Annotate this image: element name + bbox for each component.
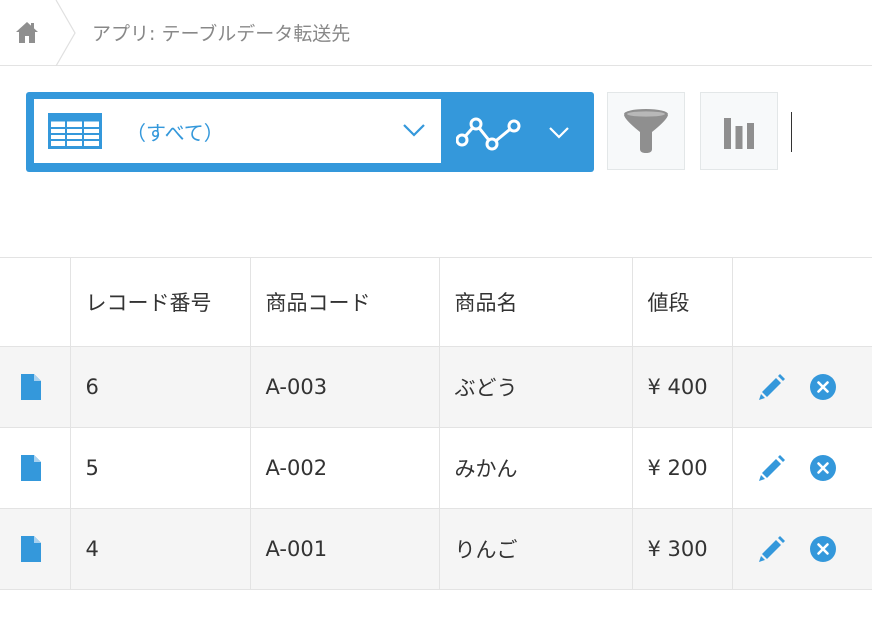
row-detail-cell (0, 427, 71, 509)
table-header-row: レコード番号 商品コード 商品名 値段 (0, 257, 872, 347)
records-table: レコード番号 商品コード 商品名 値段 6 A-003 ぶどう ¥ 400 5 … (0, 257, 872, 590)
record-number-cell: 4 (70, 508, 251, 590)
price-cell: ¥ 300 (632, 508, 733, 590)
view-selector-bar: （すべて） (26, 92, 594, 172)
column-header-product-code[interactable]: 商品コード (250, 257, 440, 347)
row-detail-cell (0, 346, 71, 428)
product-name-cell: りんご (439, 508, 633, 590)
close-circle-icon[interactable] (809, 373, 837, 401)
graph-select-button[interactable] (448, 100, 594, 164)
text-cursor (791, 112, 792, 152)
table-icon (48, 113, 102, 149)
home-icon (16, 22, 38, 43)
product-name-cell: ぶどう (439, 346, 633, 428)
filter-icon (624, 109, 668, 153)
stats-button[interactable] (700, 92, 778, 170)
breadcrumb: アプリ: テーブルデータ転送先 (0, 0, 872, 66)
product-code-cell: A-003 (250, 346, 440, 428)
chevron-down-icon (403, 124, 425, 137)
row-detail-cell (0, 508, 71, 590)
bar-chart-icon (724, 118, 754, 149)
document-icon[interactable] (20, 535, 42, 563)
close-circle-icon[interactable] (809, 535, 837, 563)
chevron-down-icon (549, 127, 569, 139)
pencil-icon[interactable] (757, 372, 787, 402)
breadcrumb-separator (55, 0, 76, 66)
product-code-cell: A-002 (250, 427, 440, 509)
record-number-cell: 5 (70, 427, 251, 509)
pencil-icon[interactable] (757, 534, 787, 564)
row-actions-cell (732, 346, 872, 428)
row-actions-cell (732, 508, 872, 590)
product-code-cell: A-001 (250, 508, 440, 590)
document-icon[interactable] (20, 454, 42, 482)
table-row: 6 A-003 ぶどう ¥ 400 (0, 346, 872, 428)
view-select-dropdown[interactable]: （すべて） (34, 99, 441, 163)
column-header-record-number[interactable]: レコード番号 (70, 257, 251, 347)
line-graph-icon (456, 117, 521, 151)
column-header-blank (0, 257, 71, 347)
record-number-cell: 6 (70, 346, 251, 428)
home-button[interactable] (0, 0, 56, 65)
price-cell: ¥ 200 (632, 427, 733, 509)
price-cell: ¥ 400 (632, 346, 733, 428)
table-row: 4 A-001 りんご ¥ 300 (0, 508, 872, 590)
close-circle-icon[interactable] (809, 454, 837, 482)
product-name-cell: みかん (439, 427, 633, 509)
column-header-product-name[interactable]: 商品名 (439, 257, 633, 347)
filter-button[interactable] (607, 92, 685, 170)
table-row: 5 A-002 みかん ¥ 200 (0, 427, 872, 509)
breadcrumb-app-name[interactable]: アプリ: テーブルデータ転送先 (92, 19, 350, 46)
view-select-label: （すべて） (126, 121, 224, 145)
column-header-price[interactable]: 値段 (632, 257, 733, 347)
column-header-actions (732, 257, 872, 347)
pencil-icon[interactable] (757, 453, 787, 483)
row-actions-cell (732, 427, 872, 509)
document-icon[interactable] (20, 373, 42, 401)
